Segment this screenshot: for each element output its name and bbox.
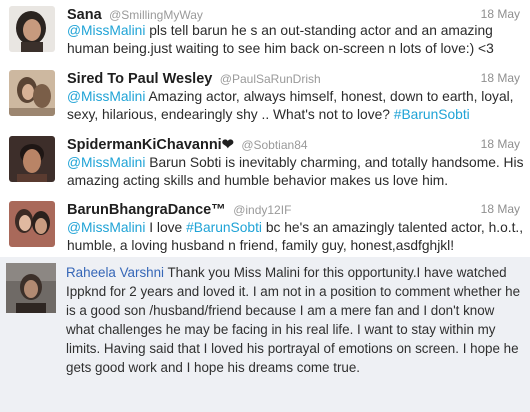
tweet-body: I love xyxy=(145,220,187,235)
tweet-item: SpidermanKiChavanni❤ @Sobtian84 18 May @… xyxy=(0,128,530,194)
user-handle[interactable]: @Sobtian84 xyxy=(241,138,307,152)
display-name[interactable]: BarunBhangraDance™ xyxy=(67,202,226,218)
comment-text: Raheela Varshni Thank you Miss Malini fo… xyxy=(66,263,524,378)
tweet-item: Sana @SmillingMyWay 18 May @MissMalini p… xyxy=(0,0,530,63)
tweet-item: BarunBhangraDance™ @indy12IF 18 May @Mis… xyxy=(0,193,530,257)
mention-link[interactable]: @MissMalini xyxy=(67,23,145,38)
avatar[interactable] xyxy=(9,70,55,116)
mention-link[interactable]: @MissMalini xyxy=(67,155,145,170)
tweet-header: Sired To Paul Wesley @PaulSaRunDrish 18 … xyxy=(67,70,520,88)
tweet-header: BarunBhangraDance™ @indy12IF 18 May xyxy=(67,201,520,219)
comment-body: Thank you Miss Malini for this opportuni… xyxy=(66,265,521,376)
tweet-text: @MissMalini Amazing actor, always himsel… xyxy=(67,88,524,124)
mention-link[interactable]: @MissMalini xyxy=(67,220,145,235)
hashtag-link[interactable]: #BarunSobti xyxy=(186,220,262,235)
hashtag-link[interactable]: #BarunSobti xyxy=(394,107,470,122)
tweet-text: @MissMalini I love #BarunSobti bc he's a… xyxy=(67,219,524,255)
tweet-date[interactable]: 18 May xyxy=(481,7,520,21)
user-handle[interactable]: @SmillingMyWay xyxy=(109,8,203,22)
display-name[interactable]: SpidermanKiChavanni❤ xyxy=(67,137,234,153)
tweet-date[interactable]: 18 May xyxy=(481,202,520,216)
comment-author[interactable]: Raheela Varshni xyxy=(66,265,164,280)
avatar[interactable] xyxy=(9,6,55,52)
tweet-text: @MissMalini pls tell barun he s an out-s… xyxy=(67,22,524,58)
display-name[interactable]: Sana xyxy=(67,7,102,23)
tweet-date[interactable]: 18 May xyxy=(481,137,520,151)
user-handle[interactable]: @indy12IF xyxy=(233,203,291,217)
user-handle[interactable]: @PaulSaRunDrish xyxy=(220,72,321,86)
display-name[interactable]: Sired To Paul Wesley xyxy=(67,71,212,87)
avatar[interactable] xyxy=(9,201,55,247)
tweet-header: SpidermanKiChavanni❤ @Sobtian84 18 May xyxy=(67,136,520,154)
tweet-item: Sired To Paul Wesley @PaulSaRunDrish 18 … xyxy=(0,62,530,129)
tweet-text: @MissMalini Barun Sobti is inevitably ch… xyxy=(67,154,524,190)
tweet-date[interactable]: 18 May xyxy=(481,71,520,85)
comment-item: Raheela Varshni Thank you Miss Malini fo… xyxy=(0,257,530,412)
avatar[interactable] xyxy=(9,136,55,182)
mention-link[interactable]: @MissMalini xyxy=(67,89,145,104)
avatar[interactable] xyxy=(6,263,56,313)
